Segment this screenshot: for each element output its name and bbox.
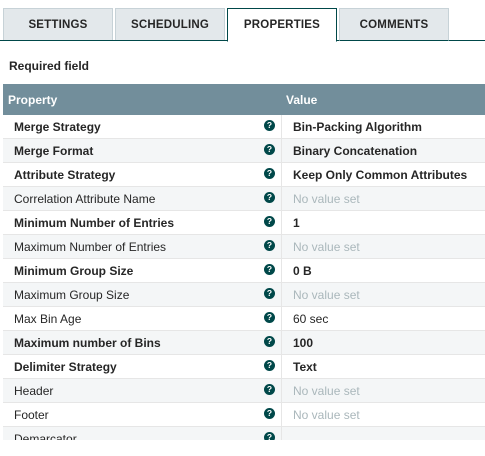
help-icon[interactable]: ? [264,384,275,395]
property-value[interactable]: Keep Only Common Attributes [293,168,467,182]
help-icon[interactable]: ? [264,168,275,179]
column-divider [281,187,282,211]
property-name: Header [14,384,54,398]
help-icon[interactable]: ? [264,312,275,323]
property-value[interactable]: No value set [293,192,360,206]
property-name: Footer [14,408,49,422]
column-divider [281,307,282,331]
table-row[interactable]: Maximum number of Bins? 100 [3,331,485,355]
help-icon[interactable]: ? [264,192,275,203]
required-field-label: Required field [9,59,90,73]
help-icon[interactable]: ? [264,288,275,299]
table-row[interactable]: Minimum Number of Entries? 1 [3,211,485,235]
column-divider [281,403,282,427]
help-icon[interactable]: ? [264,408,275,419]
property-value[interactable]: Bin-Packing Algorithm [293,120,422,134]
column-divider [281,283,282,307]
table-row[interactable]: Maximum Group Size? No value set [3,283,485,307]
help-icon[interactable]: ? [264,120,275,131]
help-icon[interactable]: ? [264,144,275,155]
column-divider [281,235,282,259]
property-value[interactable]: Binary Concatenation [293,144,417,158]
header-value[interactable]: Value [286,93,317,107]
tab-properties[interactable]: PROPERTIES [227,8,337,42]
property-value[interactable]: 100 [293,336,313,350]
column-divider [281,355,282,379]
table-row[interactable]: Merge Format? Binary Concatenation [3,139,485,163]
property-name: Attribute Strategy [14,168,116,182]
help-icon[interactable]: ? [264,360,275,371]
table-row[interactable]: Delimiter Strategy? Text [3,355,485,379]
property-name: Maximum Group Size [14,288,130,302]
property-value[interactable]: 60 sec [293,312,328,326]
property-value[interactable]: No value set [293,240,360,254]
property-name: Minimum Number of Entries [14,216,175,230]
column-divider [281,211,282,235]
tab-settings[interactable]: SETTINGS [3,8,113,41]
property-name: Minimum Group Size [14,264,134,278]
property-name: Merge Format [14,144,94,158]
table-row[interactable]: Correlation Attribute Name? No value set [3,187,485,211]
property-value[interactable]: 0 B [293,264,312,278]
table-header: Property Value [3,84,485,115]
property-name: Delimiter Strategy [14,360,117,374]
property-name: Merge Strategy [14,120,101,134]
tab-scheduling[interactable]: SCHEDULING [115,8,225,41]
help-icon[interactable]: ? [264,216,275,227]
table-row[interactable]: Attribute Strategy? Keep Only Common Attr… [3,163,485,187]
header-property[interactable]: Property [8,93,57,107]
table-row[interactable]: Minimum Group Size? 0 B [3,259,485,283]
property-name: Correlation Attribute Name [14,192,156,206]
property-value[interactable]: No value set [293,288,360,302]
column-divider [281,331,282,355]
table-row[interactable]: Maximum Number of Entries? No value set [3,235,485,259]
table-row[interactable]: Footer? No value set [3,403,485,427]
property-name: Max Bin Age [14,312,82,326]
column-divider [281,163,282,187]
help-icon[interactable]: ? [264,264,275,275]
tab-comments[interactable]: COMMENTS [339,8,449,41]
table-row[interactable]: Header? No value set [3,379,485,403]
property-value[interactable]: No value set [293,408,360,422]
column-divider [281,379,282,403]
horizontal-scrollbar[interactable] [0,440,485,456]
column-divider [281,259,282,283]
property-name: Maximum Number of Entries [14,240,167,254]
tab-bar: SETTINGS SCHEDULING PROPERTIES COMMENTS [0,0,485,42]
column-divider [281,115,282,139]
property-name: Maximum number of Bins [14,336,161,350]
property-value[interactable]: No value set [293,384,360,398]
help-icon[interactable]: ? [264,336,275,347]
property-value[interactable]: Text [293,360,317,374]
column-divider [281,139,282,163]
properties-table: Property Value Merge Strategy? Bin-Packin… [3,84,485,442]
table-row[interactable]: Max Bin Age? 60 sec [3,307,485,331]
property-value[interactable]: 1 [293,216,300,230]
table-rows: Merge Strategy? Bin-Packing Algorithm Merg… [3,115,485,442]
help-icon[interactable]: ? [264,240,275,251]
table-row[interactable]: Merge Strategy? Bin-Packing Algorithm [3,115,485,139]
